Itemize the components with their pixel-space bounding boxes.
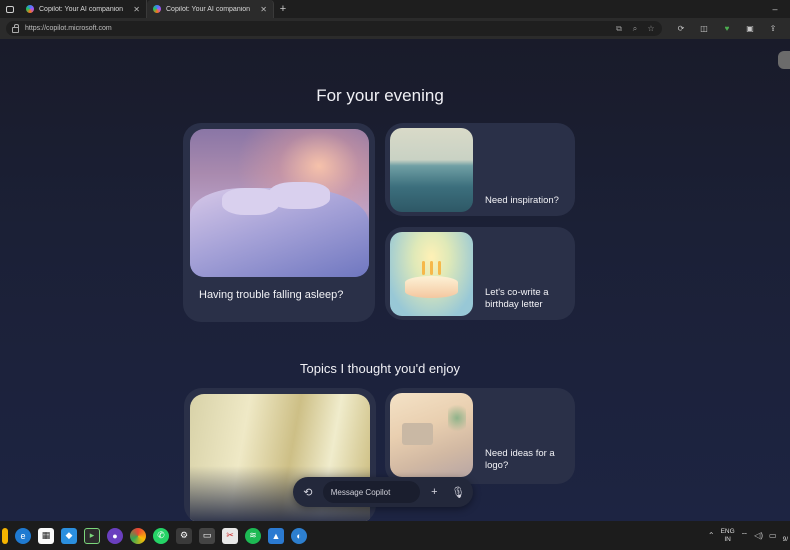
add-icon[interactable]: +	[426, 483, 444, 501]
media-icon[interactable]: ●	[107, 527, 123, 544]
card-inspiration[interactable]: Need inspiration?	[385, 123, 575, 216]
copilot-page: For your evening Having trouble falling …	[0, 39, 790, 521]
photos-icon[interactable]: ▲	[268, 527, 284, 544]
chevron-up-icon[interactable]: ⌃	[708, 531, 715, 540]
wifi-icon[interactable]: ⌔	[741, 531, 749, 541]
message-composer: ⟲ Message Copilot + 🎙	[293, 477, 473, 507]
chrome-icon[interactable]	[130, 527, 146, 544]
clock[interactable]: 9/	[783, 528, 788, 544]
whatsapp-icon[interactable]: ✆	[153, 527, 169, 544]
edge-icon[interactable]: e	[15, 527, 31, 544]
store-icon[interactable]: ▦	[38, 527, 54, 544]
minimize-button[interactable]: –	[760, 4, 790, 14]
sea-image	[390, 128, 473, 212]
cake-image	[390, 232, 473, 316]
card-caption: Need inspiration?	[485, 195, 559, 206]
snipping-tool-icon[interactable]: ✂	[222, 527, 238, 544]
section-title-evening: For your evening	[316, 86, 444, 105]
browser-tab-1[interactable]: Copilot: Your AI companion ✕	[20, 0, 147, 18]
card-caption: Having trouble falling asleep?	[199, 289, 344, 301]
language-code: ENG	[720, 527, 735, 535]
terminal-icon[interactable]: ▸	[84, 527, 100, 544]
settings-icon[interactable]: ⚙	[176, 527, 192, 544]
language-indicator[interactable]: ENG IN	[721, 528, 735, 544]
extensions-icon[interactable]: ⟳	[674, 22, 688, 36]
browser-icon[interactable]: ◐	[291, 527, 307, 544]
start-icon[interactable]	[2, 527, 8, 544]
card-caption: Let's co-write a birthday letter	[485, 287, 549, 310]
zoom-icon[interactable]: ⌕	[630, 24, 640, 34]
copilot-favicon-icon	[26, 5, 34, 13]
split-screen-icon[interactable]: ◫	[697, 22, 711, 36]
card-logo[interactable]: Need ideas for a logo?	[385, 388, 575, 484]
new-tab-button[interactable]: +	[274, 3, 292, 15]
address-field[interactable]: https://copilot.microsoft.com ⧉ ⌕ ☆	[6, 21, 662, 36]
lock-icon[interactable]	[12, 23, 19, 33]
tab-close-icon[interactable]: ✕	[260, 5, 267, 14]
tab-title: Copilot: Your AI companion	[166, 5, 251, 13]
browser-toolbar: ⟳ ◫ ♥ ▣ ⇪	[674, 22, 780, 36]
cmd-icon[interactable]: ▭	[199, 527, 215, 544]
history-icon[interactable]: ⟲	[299, 483, 317, 501]
browser-tab-bar: Copilot: Your AI companion ✕ Copilot: Yo…	[0, 0, 790, 18]
tab-close-icon[interactable]: ✕	[133, 5, 140, 14]
spotify-icon[interactable]: ≋	[245, 527, 261, 544]
vscode-icon[interactable]: ◆	[61, 527, 77, 544]
avatar[interactable]	[778, 51, 790, 69]
favorites-icon[interactable]: ♥	[720, 22, 734, 36]
card-sleep[interactable]: Having trouble falling asleep?	[183, 123, 375, 322]
battery-icon[interactable]: ▭	[769, 531, 777, 540]
system-tray: ⌃ ENG IN ⌔ ◁) ▭ 9/	[708, 521, 790, 550]
address-bar-row: https://copilot.microsoft.com ⧉ ⌕ ☆ ⟳ ◫ …	[0, 18, 790, 39]
address-url[interactable]: https://copilot.microsoft.com	[25, 25, 608, 32]
tab-title: Copilot: Your AI companion	[39, 5, 124, 13]
screenshot-icon[interactable]: ▣	[743, 22, 757, 36]
tab-actions-icon[interactable]	[0, 0, 20, 18]
clock-date: 9/	[782, 535, 788, 543]
copilot-favicon-icon	[153, 5, 161, 13]
message-input[interactable]: Message Copilot	[322, 481, 420, 503]
windows-taskbar: e ▦ ◆ ▸ ● ✆ ⚙ ▭ ✂ ≋ ▲ ◐ ⌃ ENG IN ⌔ ◁) ▭ …	[0, 521, 790, 550]
section-title-topics: Topics I thought you'd enjoy	[299, 361, 461, 376]
favorite-star-icon[interactable]: ☆	[646, 24, 656, 34]
card-birthday[interactable]: Let's co-write a birthday letter	[385, 227, 575, 320]
bedroom-image	[190, 129, 369, 277]
region-code: IN	[724, 535, 731, 543]
open-in-app-icon[interactable]: ⧉	[614, 24, 624, 34]
volume-icon[interactable]: ◁)	[754, 531, 763, 540]
card-caption: Need ideas for a logo?	[485, 448, 555, 471]
desk-image	[390, 393, 473, 477]
share-icon[interactable]: ⇪	[766, 22, 780, 36]
microphone-icon[interactable]: 🎙	[449, 483, 467, 501]
browser-tab-2[interactable]: Copilot: Your AI companion ✕	[147, 0, 274, 18]
